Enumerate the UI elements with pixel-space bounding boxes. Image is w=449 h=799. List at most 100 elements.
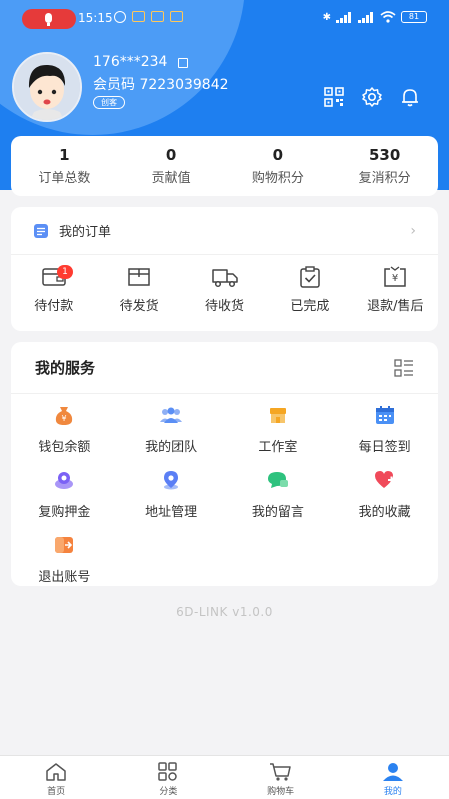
stat-value: 0 [272,146,284,164]
svg-text:¥: ¥ [62,414,67,423]
order-refund[interactable]: ¥ 退款/售后 [353,265,438,314]
stat-value: 0 [165,146,177,164]
location-icon [164,471,179,490]
stat-value: 1 [59,146,70,164]
svg-text:¥: ¥ [392,273,398,284]
service-my-messages[interactable]: 我的留言 [225,469,332,520]
tab-label: 分类 [159,787,178,797]
refund-icon: ¥ [384,266,407,287]
role-badge: 创客 [93,96,125,109]
service-label: 地址管理 [145,505,198,520]
order-pending-shipment[interactable]: 待发货 [96,265,181,314]
user-phone: 176***234 [93,54,168,70]
notification-app-icon [132,11,145,22]
tab-label: 购物车 [267,787,295,797]
stat-label: 复消积分 [358,171,411,186]
notification-app-icon [170,11,183,22]
signal-icon [336,11,353,23]
order-item-label: 已完成 [290,299,330,314]
stat-repurchase-points[interactable]: 530 复消积分 [331,136,438,196]
avatar-image [14,54,80,120]
battery-icon: 81 [401,11,427,23]
service-label: 复购押金 [38,505,91,520]
service-label: 钱包余额 [38,440,91,455]
calendar-icon [375,406,394,424]
service-repurchase-deposit[interactable]: 复购押金 [11,469,118,520]
avatar[interactable] [12,52,82,122]
deposit-icon [55,472,74,489]
tab-cart[interactable]: 购物车 [225,756,337,799]
gear-icon[interactable] [361,86,383,108]
order-pending-payment[interactable]: 1 待付款 [11,265,96,314]
services-card: 我的服务 ¥ 钱包余额 我的团队 工作室 每日签到 复购押金 地址管理 我的留言… [11,342,438,586]
user-icon [382,763,403,781]
service-wallet-balance[interactable]: ¥ 钱包余额 [11,404,118,455]
stat-order-count[interactable]: 1 订单总数 [11,136,118,196]
package-icon [128,268,150,286]
pending-payment-badge: 1 [57,265,73,279]
orders-card: 我的订单 › 1 待付款 待发货 待收货 已完成 ¥ 退款/售后 [11,207,438,331]
truck-icon [211,269,238,288]
order-list-icon [34,223,48,238]
category-icon [158,762,178,781]
clipboard-check-icon [300,266,320,288]
message-icon [267,472,288,488]
order-item-label: 退款/售后 [367,299,424,314]
logout-icon [55,537,74,553]
service-label: 我的留言 [251,505,304,520]
bottom-tab-bar: 首页 分类 购物车 我的 [0,755,449,799]
wifi-icon [380,11,396,23]
order-item-label: 待发货 [119,299,159,314]
service-label: 退出账号 [38,570,91,585]
order-pending-receipt[interactable]: 待收货 [182,265,267,314]
qr-code-icon[interactable] [323,86,345,108]
order-item-label: 待收货 [205,299,245,314]
orders-title: 我的订单 [59,225,112,240]
tab-label: 首页 [47,787,66,797]
service-my-favorites[interactable]: 我的收藏 [331,469,438,520]
service-daily-checkin[interactable]: 每日签到 [331,404,438,455]
stat-label: 订单总数 [38,171,91,186]
service-label: 工作室 [258,440,298,455]
bell-icon[interactable] [399,86,421,108]
services-header: 我的服务 [11,342,438,394]
stats-card: 1 订单总数 0 贡献值 0 购物积分 530 复消积分 [11,136,438,196]
chevron-right-icon: › [410,222,416,239]
status-time: 15:15 [78,11,113,25]
stat-value: 530 [368,146,401,164]
microphone-icon [45,13,52,23]
notification-app-icon [151,11,164,22]
heart-icon [374,471,395,488]
money-bag-icon: ¥ [56,407,73,425]
stat-contribution[interactable]: 0 贡献值 [118,136,225,196]
grid-list-icon[interactable] [394,358,414,377]
member-code: 会员码 7223039842 [93,77,229,93]
recording-indicator [22,9,76,29]
edit-icon[interactable] [178,58,188,68]
stat-shopping-points[interactable]: 0 购物积分 [225,136,332,196]
cart-icon [269,763,291,781]
bluetooth-icon: ✱ [322,11,331,23]
home-icon [46,763,66,781]
service-label: 每日签到 [358,440,411,455]
app-version: 6D-LINK v1.0.0 [176,605,273,619]
orders-header[interactable]: 我的订单 › [11,207,438,255]
team-icon [160,407,183,423]
service-logout[interactable]: 退出账号 [11,534,118,585]
order-completed[interactable]: 已完成 [267,265,352,314]
order-item-label: 待付款 [34,299,74,314]
stat-label: 贡献值 [151,171,191,186]
status-bar: 15:15 ✱ 81 [0,0,449,38]
services-title: 我的服务 [35,359,96,377]
service-label: 我的团队 [145,440,198,455]
tab-mine[interactable]: 我的 [337,756,449,799]
alarm-icon [114,11,126,23]
shop-icon [269,408,286,423]
tab-category[interactable]: 分类 [112,756,224,799]
tab-label: 我的 [383,787,402,797]
tab-home[interactable]: 首页 [0,756,112,799]
signal-icon [358,11,375,23]
service-address-management[interactable]: 地址管理 [118,469,225,520]
service-studio[interactable]: 工作室 [225,404,332,455]
service-my-team[interactable]: 我的团队 [118,404,225,455]
